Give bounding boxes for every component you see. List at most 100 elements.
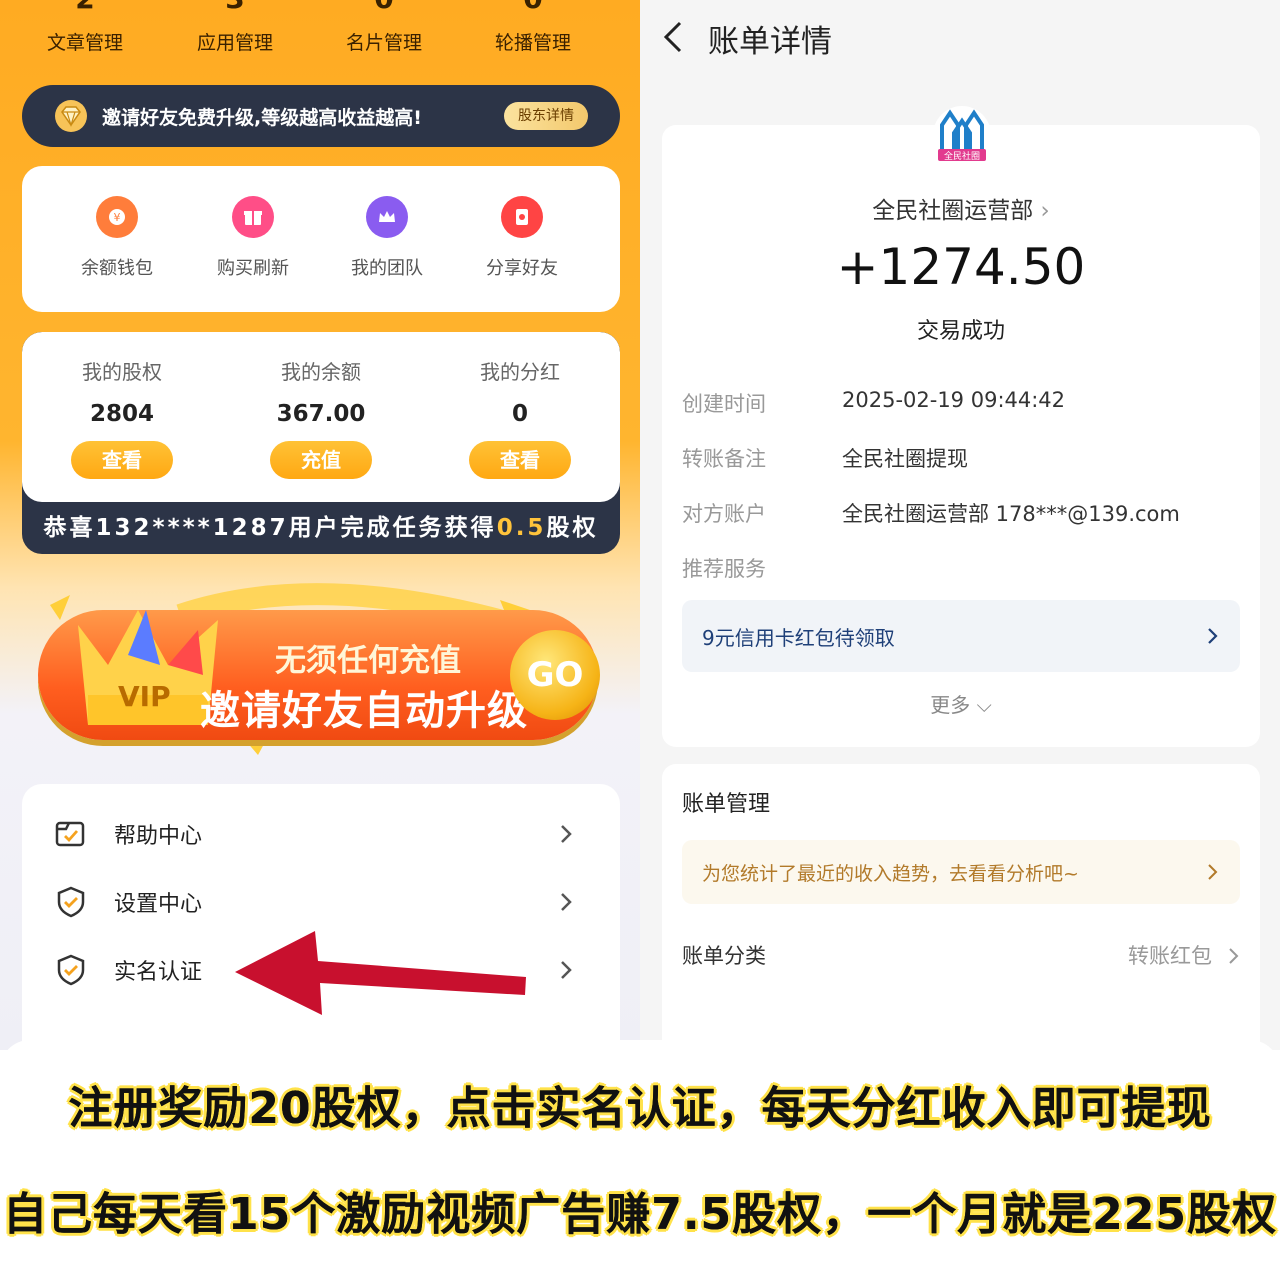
menu-label: 帮助中心 [114, 824, 203, 849]
chevron-right-icon [1208, 628, 1218, 644]
ticker-suffix: 股权 [546, 515, 599, 541]
gift-icon [232, 196, 274, 238]
stat-title: 我的股权 [82, 360, 162, 384]
quick-share-friends[interactable]: 分享好友 [455, 196, 589, 280]
caption-line-2: 自己每天看15个激励视频广告赚7.5股权，一个月就是225股权 [2, 1189, 1278, 1240]
view-equity-button[interactable]: 查看 [71, 441, 173, 479]
stat-value: 2804 [89, 401, 154, 427]
stats-card: 我的股权 2804 查看 我的余额 367.00 充值 我的分红 0 查看 恭喜… [22, 332, 620, 554]
caption-line-1: 注册奖励20股权，点击实名认证，每天分红收入即可提现 [68, 1083, 1212, 1134]
stat-title: 我的分红 [480, 360, 560, 384]
quick-my-team[interactable]: 我的团队 [320, 196, 454, 280]
nav-count: 0 [309, 0, 459, 15]
detail-key: 创建时间 [682, 392, 766, 416]
quick-wallet[interactable]: ¥ 余额钱包 [50, 196, 184, 280]
chevron-right-icon [1208, 864, 1218, 880]
back-arrow-icon[interactable] [660, 20, 690, 54]
category-label: 账单分类 [682, 944, 766, 968]
top-nav: 2 文章管理 3 应用管理 0 名片管理 0 轮播管理 [0, 0, 640, 60]
invite-banner[interactable]: 邀请好友免费升级,等级越高收益越高! 股东详情 [22, 85, 620, 147]
promo-caption: 注册奖励20股权，点击实名认证，每天分红收入即可提现 自己每天看15个激励视频广… [0, 1040, 1280, 1280]
detail-key: 对方账户 [682, 502, 766, 526]
quick-actions: ¥ 余额钱包 购买刷新 我的团队 分享好友 [22, 166, 620, 312]
nav-count: 2 [10, 0, 160, 15]
category-value: 转账红包 [1128, 944, 1212, 968]
envelope-icon [501, 196, 543, 238]
nav-label: 文章管理 [46, 32, 123, 54]
income-trend-banner[interactable]: 为您统计了最近的收入趋势，去看看分析吧~ [682, 840, 1240, 904]
nav-count: 0 [458, 0, 608, 15]
stat-balance: 我的余额 367.00 充值 [221, 356, 421, 479]
credit-card-promo[interactable]: 9元信用卡红包待领取 [682, 600, 1240, 672]
bill-detail-card: 全民社圈 全民社圈运营部 › +1274.50 交易成功 创建时间 2025-0… [662, 106, 1260, 747]
detail-key: 转账备注 [682, 447, 766, 471]
nav-label: 应用管理 [196, 32, 273, 54]
vip-line-2: 邀请好友自动升级 [200, 688, 528, 734]
recharge-button[interactable]: 充值 [270, 441, 372, 479]
chevron-right-icon [561, 961, 572, 979]
detail-value: 2025-02-19 09:44:42 [842, 388, 1066, 412]
more-toggle[interactable]: 更多 ⌵ [662, 689, 1260, 718]
chevron-right-icon: › [1040, 198, 1050, 224]
menu-help-center[interactable]: 帮助中心 [22, 800, 620, 868]
menu-label: 设置中心 [114, 892, 203, 917]
shield-icon [57, 886, 85, 918]
stat-dividend: 我的分红 0 查看 [420, 356, 620, 479]
vip-upgrade-banner[interactable]: VIP 无须任何充值 邀请好友自动升级 GO [30, 575, 610, 765]
detail-row-remark: 转账备注 全民社圈提现 [682, 443, 1242, 475]
invite-text: 邀请好友免费升级,等级越高收益越高! [102, 106, 422, 129]
stat-value: 0 [511, 401, 528, 427]
merchant-logo: 全民社圈 [933, 106, 991, 164]
stat-value: 367.00 [276, 401, 366, 427]
wallet-icon: ¥ [96, 196, 138, 238]
chevron-right-icon [561, 893, 572, 911]
quick-label: 购买刷新 [217, 258, 289, 279]
reward-ticker: 恭喜132****1287用户完成任务获得0.5股权 [22, 502, 620, 554]
quick-label: 分享好友 [486, 258, 558, 279]
quick-label: 我的团队 [351, 258, 423, 279]
bill-header: 账单详情 [640, 0, 1280, 90]
app-screen-left: 2 文章管理 3 应用管理 0 名片管理 0 轮播管理 邀请好友免费升级,等级越… [0, 0, 640, 1050]
promo-text: 9元信用卡红包待领取 [702, 625, 895, 650]
svg-text:¥: ¥ [114, 211, 121, 224]
checklist-icon [55, 821, 85, 847]
chevron-right-icon [1229, 948, 1239, 964]
stats-panel: 我的股权 2804 查看 我的余额 367.00 充值 我的分红 0 查看 [22, 332, 620, 502]
section-title: 账单管理 [682, 792, 771, 817]
nav-label: 名片管理 [345, 32, 422, 54]
ticker-highlight: 0.5 [496, 515, 547, 541]
shield-check-icon [57, 954, 85, 986]
detail-row-recommend: 推荐服务 [682, 553, 1242, 585]
trend-text: 为您统计了最近的收入趋势，去看看分析吧~ [702, 862, 1079, 885]
crown-icon [366, 196, 408, 238]
more-label: 更多 [930, 693, 971, 717]
shareholder-details-button[interactable]: 股东详情 [504, 102, 588, 130]
merchant-name[interactable]: 全民社圈运营部 › [662, 191, 1260, 225]
vip-badge: VIP [118, 680, 171, 713]
red-arrow-annotation [235, 931, 526, 1015]
transaction-status: 交易成功 [916, 319, 1005, 344]
nav-label: 轮播管理 [494, 32, 571, 54]
detail-row-created: 创建时间 2025-02-19 09:44:42 [682, 388, 1242, 420]
ticker-prefix: 恭喜132****1287用户完成任务获得 [43, 515, 497, 541]
detail-value: 全民社圈运营部 178***@139.com [842, 502, 1180, 526]
transaction-amount: +1274.50 [836, 238, 1086, 296]
detail-value: 全民社圈提现 [842, 447, 968, 471]
chevron-right-icon [561, 825, 572, 843]
page-title: 账单详情 [708, 24, 832, 60]
stat-equity: 我的股权 2804 查看 [22, 356, 222, 479]
detail-row-account: 对方账户 全民社圈运营部 178***@139.com [682, 498, 1242, 530]
detail-key: 推荐服务 [682, 557, 766, 581]
bill-category-row[interactable]: 账单分类 转账红包 [682, 940, 1242, 972]
quick-buy-refresh[interactable]: 购买刷新 [186, 196, 320, 280]
diamond-icon [54, 99, 88, 133]
go-button[interactable]: GO [510, 630, 600, 720]
vip-line-1: 无须任何充值 [275, 643, 461, 679]
stat-title: 我的余额 [281, 360, 361, 384]
quick-label: 余额钱包 [81, 258, 153, 279]
chevron-down-icon: ⌵ [976, 693, 992, 717]
logo-text: 全民社圈 [944, 150, 980, 162]
view-dividend-button[interactable]: 查看 [469, 441, 571, 479]
app-screen-right: 账单详情 全民社圈 全民社圈运营部 › +1274.50 交易成功 创建时间 2… [640, 0, 1280, 1050]
merchant-label: 全民社圈运营部 [872, 198, 1034, 224]
